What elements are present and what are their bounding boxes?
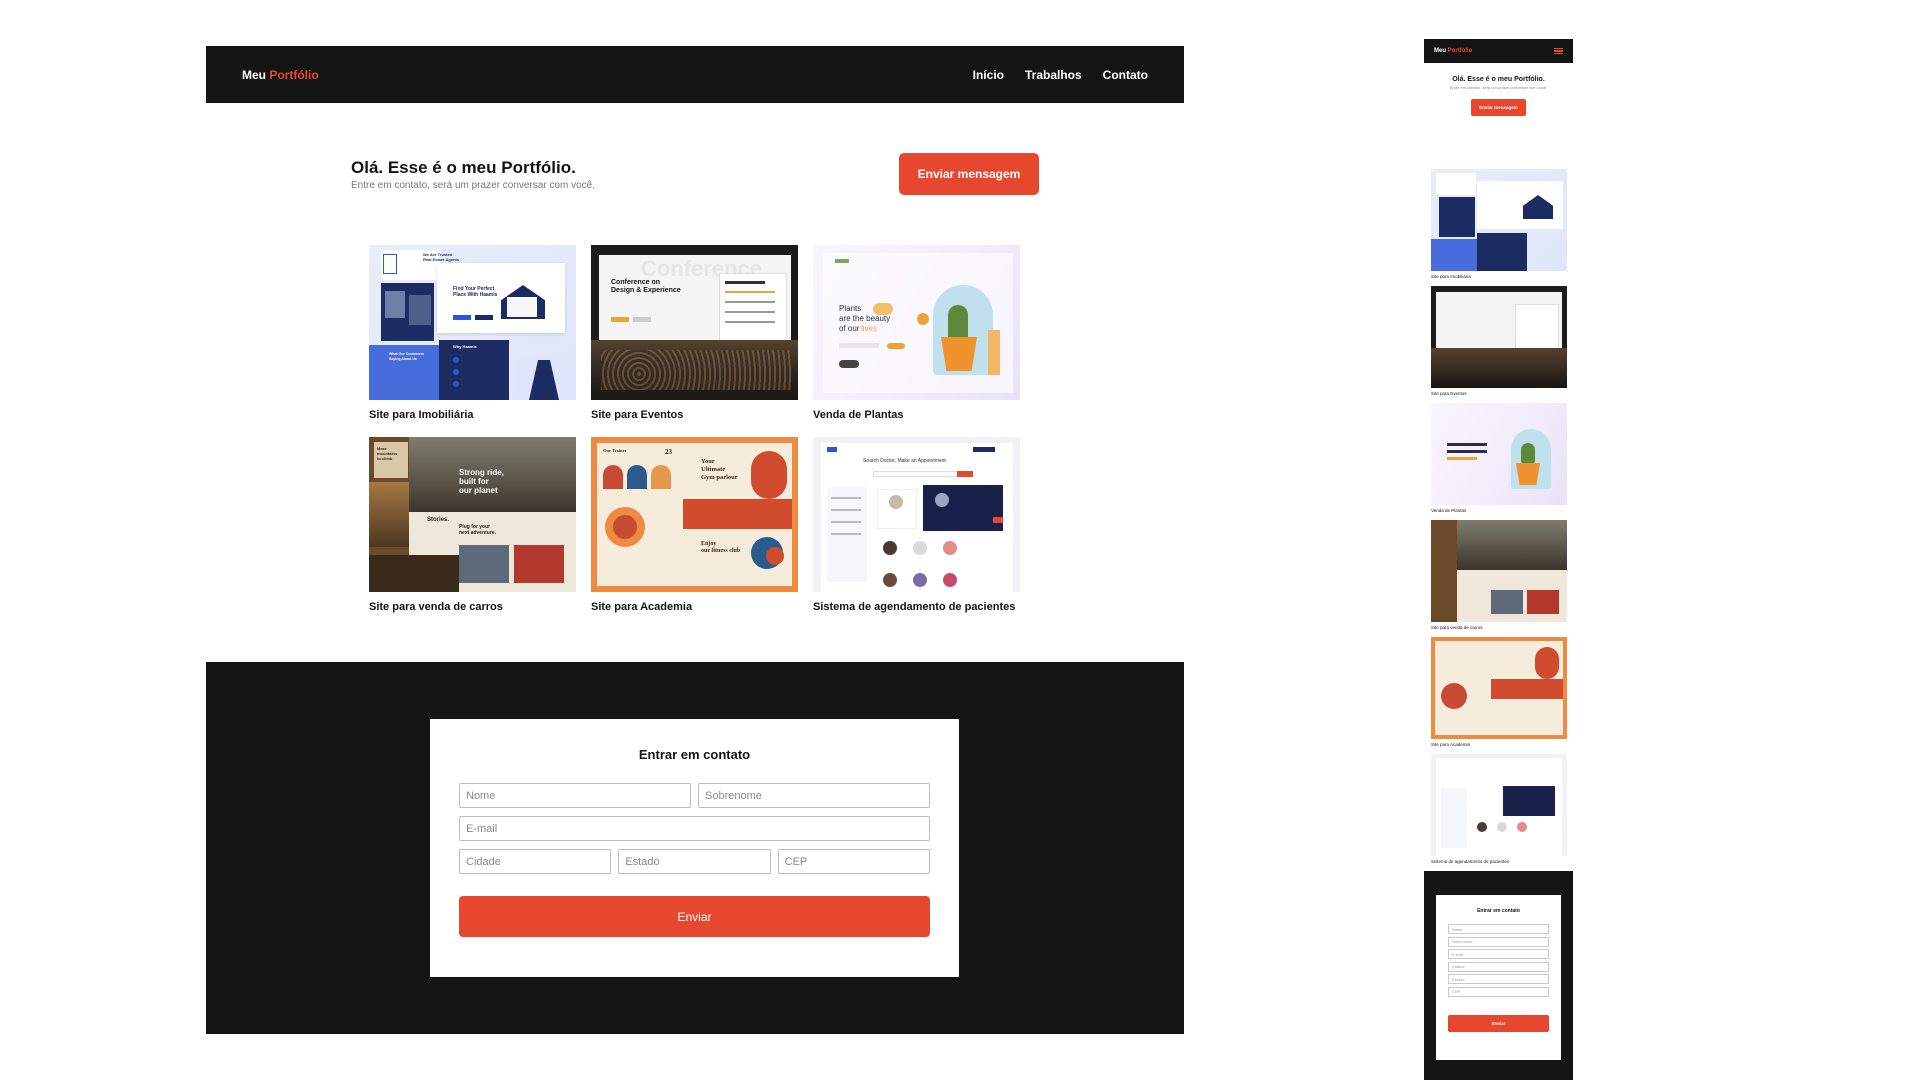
hamburger-menu-icon[interactable] [1554,48,1563,54]
city-input[interactable] [459,849,612,874]
project-card-carros[interactable]: Site para venda de carros [1431,520,1573,637]
project-title[interactable]: Site para Imobiliária [1431,273,1573,280]
main-nav: Início Trabalhos Contato [973,68,1148,82]
submit-button[interactable]: Enviar [459,896,930,937]
project-thumbnail[interactable] [1431,169,1567,271]
project-card-agendamento[interactable]: Search Doctor, Make an Appointment Siste… [813,437,1020,647]
project-thumbnail[interactable]: Our Trainer 23 Your Ultimate Gym parlour… [591,437,798,592]
project-thumbnail[interactable]: Search Doctor, Make an Appointment [813,437,1020,592]
project-card-agendamento[interactable]: Sistema de agendamento de pacientes [1431,754,1573,871]
project-thumbnail[interactable]: More mountains to climb Strong ride, bui… [369,437,576,592]
project-card-eventos[interactable]: Site para Eventos [1431,286,1573,403]
project-thumbnail[interactable]: Conference Conference on Design & Experi… [591,245,798,400]
zip-input[interactable] [777,849,930,874]
project-title[interactable]: Site para venda de carros [1431,624,1573,631]
nav-link-trabalhos[interactable]: Trabalhos [1025,68,1082,82]
project-title[interactable]: Site para Academia [591,599,798,617]
project-card-academia[interactable]: Our Trainer 23 Your Ultimate Gym parlour… [591,437,798,629]
project-title[interactable]: Sistema de agendamento de pacientes [813,599,1020,617]
hero-subtitle: Entre em contato, será um prazer convers… [351,180,595,191]
nav-link-contato[interactable]: Contato [1103,68,1148,82]
mobile-header: Meu Portfólio [1424,39,1573,63]
project-card-eventos[interactable]: Conference Conference on Design & Experi… [591,245,798,437]
email-input[interactable] [459,816,930,841]
project-title[interactable]: Venda de Plantas [1431,507,1573,514]
mobile-projects-list: Site para Imobiliária Site para Eventos … [1424,169,1573,871]
city-input[interactable] [1448,961,1549,972]
send-message-button[interactable]: Enviar mensagem [1471,99,1526,116]
email-input[interactable] [1448,949,1549,959]
logo-prefix: Meu [242,67,266,82]
project-thumbnail[interactable]: We Are Trusted Real Estate Agents Find Y… [369,245,576,400]
logo-accent: Portfólio [269,67,319,82]
project-card-plantas[interactable]: Plants are the beauty of our lives Venda… [813,245,1020,437]
mobile-mockup: Meu Portfólio Olá. Esse é o meu Portfóli… [1424,39,1573,1080]
hero-subtitle: Entre em contato, será um prazer convers… [1449,85,1548,90]
project-thumbnail[interactable]: Plants are the beauty of our lives [813,245,1020,400]
project-card-imobiliaria[interactable]: We Are Trusted Real Estate Agents Find Y… [369,245,576,437]
desktop-mockup: Meu Portfólio Início Trabalhos Contato O… [206,46,1184,1034]
project-thumbnail[interactable] [1431,286,1567,388]
first-name-input[interactable] [459,783,691,808]
hero-title: Olá. Esse é o meu Portfólio. [351,158,576,177]
state-input[interactable] [1448,974,1549,984]
project-thumbnail[interactable] [1431,637,1567,739]
project-card-plantas[interactable]: Venda de Plantas [1431,403,1573,520]
project-title[interactable]: Site para venda de carros [369,599,576,617]
send-message-button[interactable]: Enviar mensagem [899,153,1039,195]
projects-grid: We Are Trusted Real Estate Agents Find Y… [369,245,1023,647]
hero-title: Olá. Esse é o meu Portfólio. [1452,76,1545,83]
project-title[interactable]: Sistema de agendamento de pacientes [1431,858,1573,865]
mobile-contact-form: Entrar em contato Enviar [1436,895,1561,1060]
mobile-contact-section: Entrar em contato Enviar [1424,871,1573,1080]
project-title[interactable]: Venda de Plantas [813,407,1020,425]
contact-title: Entrar em contato [1477,908,1520,914]
project-card-carros[interactable]: More mountains to climb Strong ride, bui… [369,437,576,629]
submit-button[interactable]: Enviar [1448,1015,1549,1032]
project-title[interactable]: Site para Eventos [591,407,798,425]
project-thumbnail[interactable] [1431,403,1567,505]
project-thumbnail[interactable] [1431,754,1567,856]
contact-section: Entrar em contato Enviar [206,662,1184,1034]
first-name-input[interactable] [1448,924,1549,934]
contact-title: Entrar em contato [638,747,751,762]
project-title[interactable]: Site para Imobiliária [369,407,576,425]
site-header: Meu Portfólio Início Trabalhos Contato [206,46,1184,103]
mobile-logo[interactable]: Meu Portfólio [1434,48,1472,54]
project-card-academia[interactable]: Site para Academia [1431,637,1573,754]
project-title[interactable]: Site para Academia [1431,741,1573,748]
site-logo[interactable]: Meu Portfólio [242,68,319,82]
nav-link-inicio[interactable]: Início [973,68,1004,82]
project-card-imobiliaria[interactable]: Site para Imobiliária [1431,169,1573,286]
project-title[interactable]: Site para Eventos [1431,390,1573,397]
hero-section: Olá. Esse é o meu Portfólio. Entre em co… [206,103,1184,245]
logo-accent: Portfólio [1447,48,1473,54]
zip-input[interactable] [1448,986,1549,997]
contact-form: Entrar em contato Enviar [430,719,959,977]
project-thumbnail[interactable] [1431,520,1567,622]
mobile-hero: Olá. Esse é o meu Portfólio. Entre em co… [1424,63,1573,169]
last-name-input[interactable] [1448,936,1549,947]
last-name-input[interactable] [698,783,930,808]
state-input[interactable] [618,849,771,874]
logo-prefix: Meu [1434,48,1446,54]
